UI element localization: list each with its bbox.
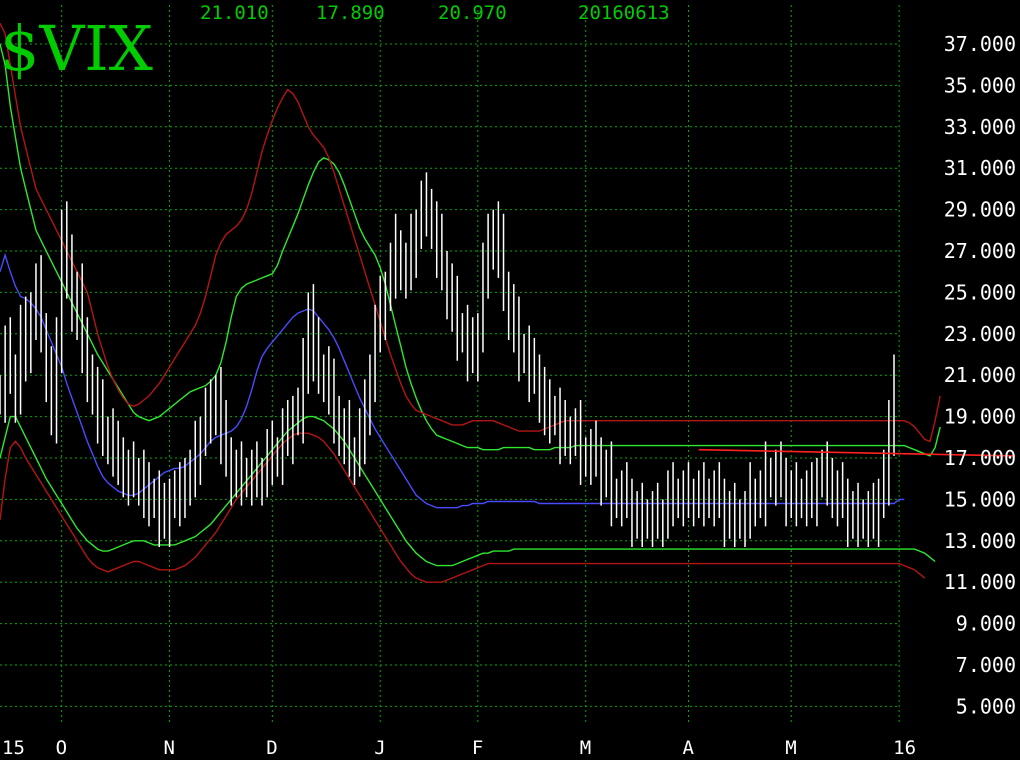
y-tick-label: 37.000 xyxy=(944,32,1016,56)
y-tick-label: 33.000 xyxy=(944,115,1016,139)
header-high: 21.010 xyxy=(200,2,269,24)
y-tick-label: 13.000 xyxy=(944,529,1016,553)
y-tick-label: 35.000 xyxy=(944,73,1016,97)
x-tick-label: O xyxy=(56,737,67,759)
y-tick-label: 9.000 xyxy=(956,612,1016,636)
x-tick-label: A xyxy=(682,737,694,759)
y-tick-label: 21.000 xyxy=(944,363,1016,387)
y-tick-label: 29.000 xyxy=(944,198,1016,222)
x-tick-label: M xyxy=(785,737,796,759)
chart-background xyxy=(0,0,1020,760)
y-tick-label: 5.000 xyxy=(956,694,1016,718)
x-tick-label: D xyxy=(266,737,277,759)
header-date: 20160613 xyxy=(578,2,670,24)
y-tick-label: 7.000 xyxy=(956,653,1016,677)
y-tick-label: 23.000 xyxy=(944,322,1016,346)
y-tick-label: 31.000 xyxy=(944,156,1016,180)
x-tick-label: M xyxy=(580,737,591,759)
header-close: 20.970 xyxy=(438,2,507,24)
x-tick-label: F xyxy=(472,737,483,759)
x-tick-label: 16 xyxy=(893,737,916,759)
y-tick-label: 15.000 xyxy=(944,487,1016,511)
x-tick-label: 15 xyxy=(2,737,25,759)
x-tick-label: J xyxy=(374,737,385,759)
header-low: 17.890 xyxy=(316,2,385,24)
y-tick-label: 17.000 xyxy=(944,446,1016,470)
x-tick-label: N xyxy=(164,737,175,759)
vix-chart: 37.000 35.000 33.000 31.000 29.000 27.000 25.0… xyxy=(0,0,1020,760)
y-tick-label: 25.000 xyxy=(944,280,1016,304)
y-tick-label: 19.000 xyxy=(944,405,1016,429)
ticker-symbol: $VIX xyxy=(0,12,153,85)
y-tick-label: 11.000 xyxy=(944,570,1016,594)
y-tick-label: 27.000 xyxy=(944,239,1016,263)
